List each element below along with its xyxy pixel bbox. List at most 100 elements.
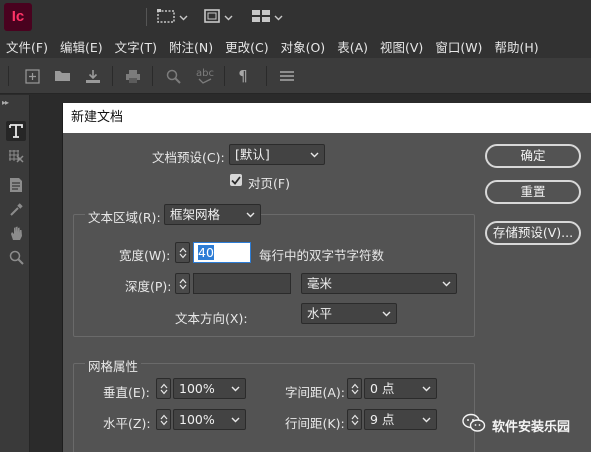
menu-bar: 文件(F) 编辑(E) 文字(T) 附注(N) 更改(C) 对象(O) 表(A)… [0,34,591,58]
char-spacing-dropdown[interactable]: 0 点 [364,378,437,399]
find-icon[interactable] [164,67,182,85]
text-direction-value: 水平 [307,306,333,321]
vertical-stepper[interactable] [156,378,171,399]
type-tool-icon[interactable] [6,121,26,141]
control-toolbar: abc ¶ [0,58,591,94]
workspace-layout-button[interactable] [156,8,188,26]
title-bar: Ic [0,0,591,34]
line-spacing-dropdown[interactable]: 9 点 [364,409,437,430]
vertical-label: 垂直(E): [103,385,150,400]
eyedropper-tool-icon[interactable] [6,199,26,219]
menu-file[interactable]: 文件(F) [0,37,54,56]
chevron-down-icon [308,145,320,164]
char-spacing-stepper[interactable] [347,378,362,399]
depth-input[interactable] [193,273,291,294]
arrange-grid-icon [251,8,271,27]
vertical-value: 100% [179,381,215,396]
menu-edit[interactable]: 编辑(E) [54,37,109,56]
menu-window[interactable]: 窗口(W) [429,37,488,56]
menu-help[interactable]: 帮助(H) [488,37,544,56]
panel-collapse-icon[interactable]: ▸▸ [2,98,9,107]
line-spacing-label: 行间距(K): [285,416,345,431]
horizontal-stepper[interactable] [156,409,171,430]
watermark-text: 软件安装乐园 [492,419,571,435]
width-value: 40 [198,245,214,260]
spellcheck-icon[interactable]: abc [193,67,217,85]
text-area-dropdown[interactable]: 框架网格 [164,204,261,225]
line-spacing-value: 9 点 [370,412,395,427]
menu-type[interactable]: 文字(T) [109,37,163,56]
hand-tool-icon[interactable] [6,223,26,243]
char-spacing-value: 0 点 [370,381,395,396]
chevron-down-icon [224,10,233,24]
preset-label: 文档预设(C): [152,150,225,165]
chevron-down-icon [380,304,392,323]
width-label: 宽度(W): [119,248,171,263]
toolbar-divider [152,66,153,86]
frame-view-icon [156,8,176,27]
width-stepper[interactable] [175,242,190,263]
depth-label: 深度(P): [125,279,172,294]
watermark: 软件安装乐园 [462,413,570,437]
horizontal-value: 100% [179,412,215,427]
menu-object[interactable]: 对象(O) [275,37,332,56]
dialog-title: 新建文档 [63,103,591,133]
text-direction-dropdown[interactable]: 水平 [301,303,397,324]
text-area-value: 框架网格 [170,207,221,222]
menu-notes[interactable]: 附注(N) [163,37,219,56]
arrange-documents-button[interactable] [251,8,283,26]
new-document-dialog: 新建文档 文档预设(C): [默认] 对页(F) 文本区域(R): 框架网格 宽… [62,103,591,452]
chevron-down-icon [274,10,283,24]
add-frame-icon[interactable] [23,67,41,85]
char-spacing-label: 字间距(A): [285,385,346,400]
horizontal-scale-dropdown[interactable]: 100% [173,409,246,430]
screen-mode-icon [203,8,221,27]
grid-properties-title: 网格属性 [85,356,142,375]
note-tool-icon[interactable] [6,175,26,195]
save-preset-button[interactable]: 存储预设(V)... [485,221,581,245]
menu-changes[interactable]: 更改(C) [219,37,274,56]
pilcrow-icon[interactable]: ¶ [234,67,252,85]
toolbar-divider [266,66,267,86]
ok-button[interactable]: 确定 [485,144,581,168]
incopy-logo: Ic [4,3,32,31]
chevron-down-icon [244,205,256,224]
frame-grid-tool-icon[interactable] [6,147,26,167]
chevron-down-icon [179,10,188,24]
depth-unit-value: 毫米 [307,276,333,291]
chevron-down-icon [420,379,432,398]
text-area-label: 文本区域(R): [85,207,164,226]
tools-panel: ▸▸ [0,95,30,452]
wechat-icon [462,413,486,437]
depth-stepper[interactable] [175,273,190,294]
spellcheck-label: abc [196,67,214,79]
facing-pages-checkbox[interactable] [230,174,242,186]
reset-button[interactable]: 重置 [485,180,581,204]
toolbar-grip [8,66,9,86]
width-suffix: 每行中的双字节字符数 [259,248,385,263]
chevron-down-icon [440,274,452,293]
preset-dropdown[interactable]: [默认] [229,144,325,165]
text-direction-label: 文本方向(X): [175,311,248,326]
line-spacing-stepper[interactable] [347,409,362,430]
print-icon[interactable] [124,67,142,85]
chevron-down-icon [229,379,241,398]
vertical-scale-dropdown[interactable]: 100% [173,378,246,399]
menu-view[interactable]: 视图(V) [374,37,429,56]
open-folder-icon[interactable] [54,67,72,85]
preset-value: [默认] [235,147,270,162]
grid-properties-group [73,363,475,452]
horizontal-label: 水平(Z): [103,416,151,431]
zoom-tool-icon[interactable] [6,247,26,267]
depth-unit-dropdown[interactable]: 毫米 [301,273,457,294]
facing-pages-label: 对页(F) [248,176,290,191]
chevron-down-icon [420,410,432,429]
menu-icon[interactable] [278,67,296,85]
width-input[interactable]: 40 [193,242,251,263]
indesign-app-window: Ic 文件(F) 编辑(E) 文字(T) 附注(N) 更改(C) 对象(O) 表… [0,0,591,452]
toolbar-divider [224,66,225,86]
screen-mode-button[interactable] [203,8,233,26]
menu-table[interactable]: 表(A) [331,37,374,56]
download-icon[interactable] [84,67,102,85]
chevron-down-icon [229,410,241,429]
